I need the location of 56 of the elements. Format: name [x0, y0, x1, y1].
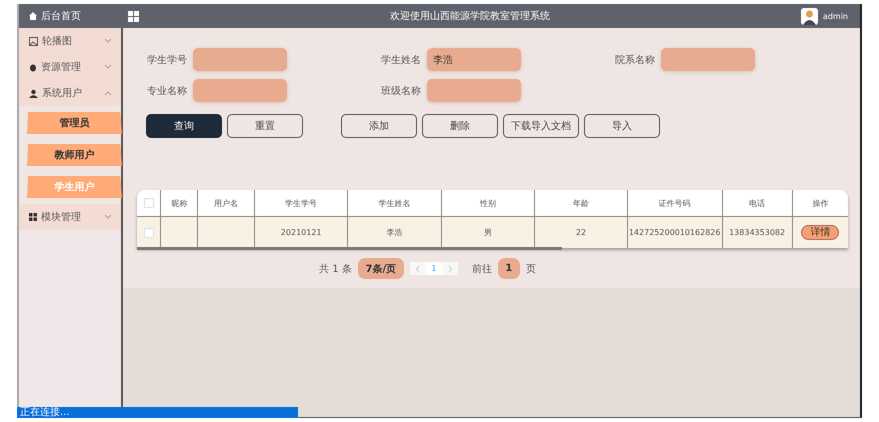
sidebar-item-label: 模块管理	[41, 210, 82, 224]
total-count: 共 1 条	[319, 262, 352, 276]
page-size-select[interactable]: 7条/页	[358, 258, 404, 279]
input-field[interactable]: 李浩	[427, 48, 521, 71]
user-icon	[29, 88, 38, 98]
input-field[interactable]	[193, 79, 287, 102]
goto-page-field[interactable]: 1	[498, 258, 520, 279]
sidebar-item[interactable]: 模块管理	[19, 204, 121, 230]
sidebar-item[interactable]: 资源管理	[19, 54, 121, 80]
chevron-down-icon	[105, 65, 111, 69]
sidebar-item[interactable]: 系统用户	[19, 80, 121, 106]
action-button[interactable]: 重置	[227, 114, 303, 138]
field-label: 专业名称	[146, 84, 187, 98]
table-cell: 142725200010162826	[627, 216, 722, 248]
status-bar: 正在连接...	[17, 407, 298, 418]
table-cell	[198, 216, 254, 248]
avatar-icon[interactable]	[800, 8, 818, 24]
action-button[interactable]: 删除	[422, 114, 498, 138]
action-button[interactable]: 下载导入文档	[503, 114, 579, 138]
action-button[interactable]: 添加	[341, 114, 417, 138]
input-field[interactable]	[193, 48, 287, 71]
table-cell: 李浩	[348, 216, 442, 248]
grid-icon	[29, 213, 37, 221]
details-button[interactable]: 详情	[801, 225, 840, 240]
goto-label: 前往	[472, 262, 492, 276]
submenu-item[interactable]: 教师用户	[27, 144, 122, 166]
sidebar-item-label: 资源管理	[41, 61, 82, 74]
home-icon[interactable]	[29, 12, 37, 20]
field-label: 院系名称	[614, 54, 655, 66]
home-link[interactable]: 后台首页	[41, 9, 81, 23]
user-name[interactable]: admin	[822, 12, 848, 20]
input-field[interactable]	[427, 79, 521, 102]
page-suffix: 页	[526, 262, 536, 276]
sidebar-item-label: 轮播图	[42, 34, 73, 48]
checkbox[interactable]	[144, 228, 154, 238]
grid-menu-icon[interactable]	[128, 10, 139, 22]
field-label: 学生姓名	[380, 54, 421, 66]
window-title: 欢迎使用山西能源学院教室管理系统	[388, 10, 551, 23]
table-cell: 男	[441, 216, 535, 248]
field-label: 班级名称	[380, 84, 421, 98]
sidebar-item-label: 系统用户	[42, 86, 83, 100]
action-button[interactable]: 导入	[584, 114, 660, 138]
checkbox[interactable]	[144, 198, 154, 208]
sidebar-item[interactable]: 轮播图	[19, 28, 121, 54]
input-field[interactable]	[661, 48, 755, 71]
field-label: 学生学号	[146, 54, 187, 66]
picture-icon	[29, 36, 38, 46]
chevron-up-icon	[105, 91, 111, 95]
scrollbar[interactable]	[137, 247, 562, 250]
search-button[interactable]: 查询	[146, 114, 222, 138]
submenu-item[interactable]: 管理员	[27, 112, 122, 134]
chevron-down-icon	[105, 215, 111, 219]
table-cell: 20210121	[254, 216, 348, 248]
chevron-down-icon	[105, 39, 111, 43]
table-cell: 13834353082	[722, 216, 792, 248]
table-cell: 22	[534, 216, 628, 248]
